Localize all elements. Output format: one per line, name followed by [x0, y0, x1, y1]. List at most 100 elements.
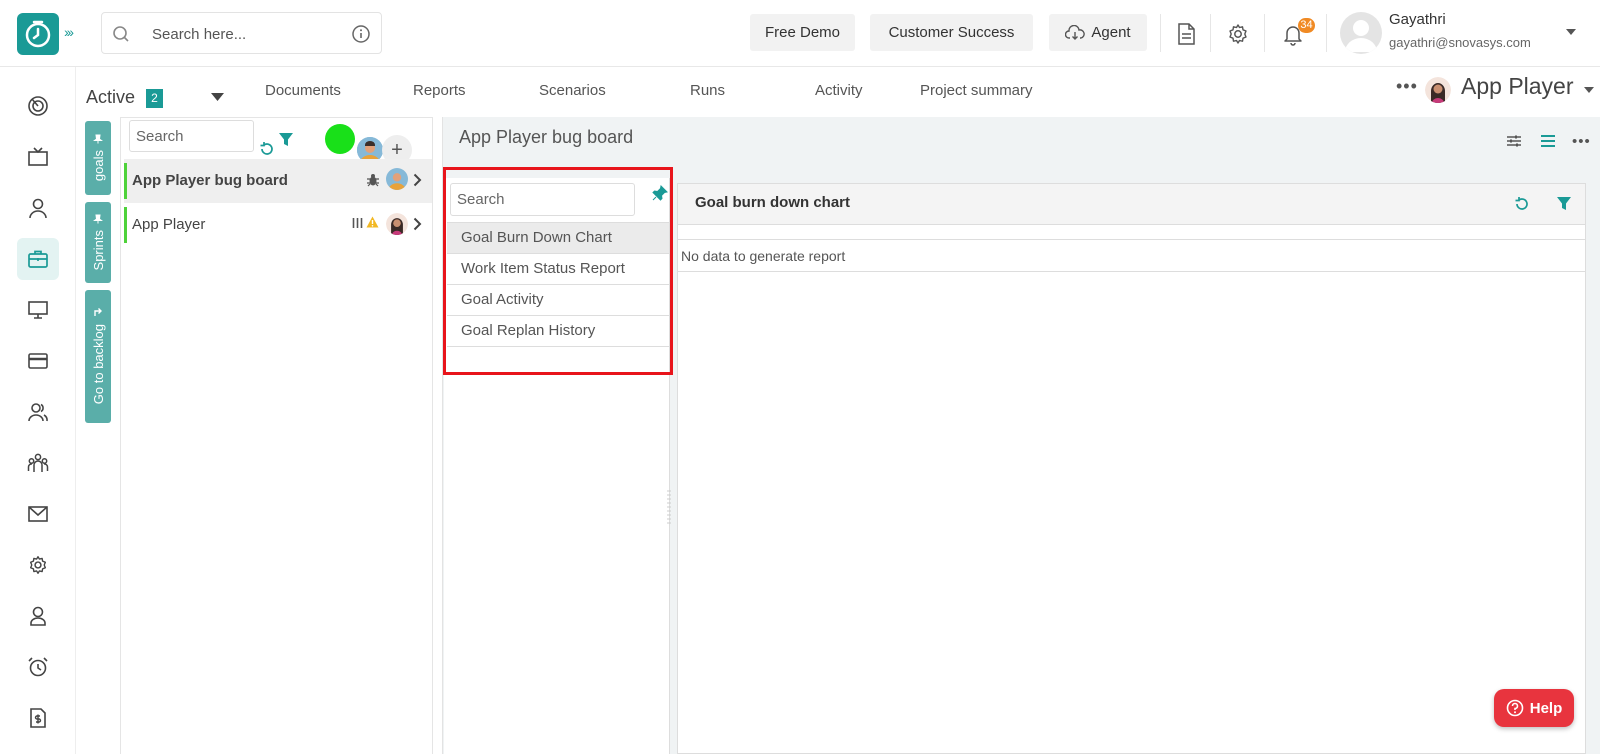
goals-pill[interactable]: goals — [85, 121, 111, 195]
goal-status-bar — [124, 163, 127, 199]
report-search-input[interactable] — [450, 183, 635, 216]
report-filter-icon[interactable] — [1556, 196, 1572, 212]
report-refresh-icon[interactable] — [1514, 196, 1530, 212]
chevron-right-icon[interactable] — [413, 217, 422, 231]
go-to-backlog-pill[interactable]: Go to backlog — [85, 290, 111, 423]
chevron-right-icon[interactable] — [413, 173, 422, 187]
board-more-icon[interactable]: ••• — [1572, 133, 1591, 150]
empty-report-message: No data to generate report — [681, 248, 846, 264]
user-email: gayathri@snovasys.com — [1389, 35, 1531, 50]
project-dropdown-caret-icon[interactable] — [1584, 87, 1594, 93]
free-demo-label: Free Demo — [764, 24, 841, 41]
nav-settings-icon[interactable] — [17, 544, 59, 586]
goal-row-selected[interactable]: App Player bug board — [124, 159, 432, 203]
nav-tv-icon[interactable] — [17, 136, 59, 178]
expand-menu-icon[interactable]: ››› — [64, 24, 74, 40]
free-demo-button[interactable]: Free Demo — [750, 14, 855, 51]
divider — [678, 271, 1585, 272]
nav-card-icon[interactable] — [17, 340, 59, 382]
nav-monitor-icon[interactable] — [17, 289, 59, 331]
nav-mail-icon[interactable] — [17, 493, 59, 535]
document-icon[interactable] — [1175, 22, 1197, 46]
divider — [1326, 14, 1327, 52]
clock-logo-icon — [25, 20, 51, 48]
status-count-badge: 2 — [146, 89, 163, 108]
report-subheader-strip — [678, 226, 1585, 240]
pin-icon — [93, 214, 103, 224]
help-label: Help — [1529, 699, 1563, 717]
goal-status-bar — [124, 207, 127, 243]
list-view-icon[interactable] — [1540, 134, 1556, 148]
pin-icon — [93, 134, 103, 144]
refresh-icon[interactable] — [259, 141, 275, 157]
user-avatar[interactable] — [1340, 12, 1382, 54]
user-placeholder-icon — [1345, 20, 1377, 52]
sprints-pill[interactable]: Sprints — [85, 202, 111, 283]
sprints-pill-label: Sprints — [90, 230, 106, 271]
nav-alarm-clock-icon[interactable] — [17, 646, 59, 688]
user-menu-caret-icon[interactable] — [1566, 29, 1576, 35]
tab-runs[interactable]: Runs — [690, 82, 725, 99]
bug-icon — [367, 173, 379, 187]
goal-search-input[interactable] — [129, 120, 254, 152]
tab-documents[interactable]: Documents — [265, 82, 341, 99]
nav-dashboard-icon[interactable] — [17, 85, 59, 127]
nav-invoice-icon[interactable] — [17, 697, 59, 739]
panel-resize-handle[interactable] — [667, 490, 671, 526]
tab-scenarios[interactable]: Scenarios — [539, 82, 606, 99]
agent-button[interactable]: Agent — [1049, 14, 1147, 51]
go-to-backlog-label: Go to backlog — [90, 324, 106, 405]
goal-owner-avatar — [386, 213, 408, 235]
help-button[interactable]: Help — [1494, 689, 1574, 727]
global-search — [101, 12, 382, 54]
pin-report-list-icon[interactable] — [652, 185, 668, 201]
nav-projects-briefcase-icon[interactable] — [17, 238, 59, 280]
cloud-download-icon — [1065, 24, 1086, 40]
list-end-divider — [447, 346, 669, 347]
more-options-icon[interactable]: ••• — [1396, 76, 1418, 97]
board-title: App Player bug board — [459, 127, 634, 147]
report-item-goal-activity[interactable]: Goal Activity — [447, 284, 669, 315]
green-status-dot — [325, 124, 355, 154]
left-navigation — [0, 67, 76, 754]
goal-name: App Player bug board — [132, 172, 288, 189]
search-icon — [113, 26, 129, 42]
settings-gear-icon[interactable] — [1226, 22, 1250, 46]
filter-icon[interactable] — [278, 132, 294, 148]
priority-bars-icon — [352, 217, 363, 229]
global-search-input[interactable] — [152, 23, 332, 45]
nav-profile-badge-icon[interactable] — [17, 595, 59, 637]
customer-success-label: Customer Success — [888, 24, 1015, 41]
divider — [1160, 14, 1161, 52]
nav-users-icon[interactable] — [17, 391, 59, 433]
notification-count-badge: 34 — [1298, 18, 1315, 33]
customer-success-button[interactable]: Customer Success — [870, 14, 1033, 51]
nav-user-icon[interactable] — [17, 187, 59, 229]
status-dropdown-caret-icon[interactable] — [211, 93, 224, 101]
goals-pill-label: goals — [90, 150, 106, 182]
warning-icon — [366, 216, 379, 228]
report-item-work-item-status-report[interactable]: Work Item Status Report — [447, 253, 669, 284]
arrow-icon — [94, 308, 102, 317]
goal-owner-avatar — [386, 168, 408, 190]
project-name[interactable]: App Player — [1461, 73, 1574, 100]
goal-name: App Player — [132, 216, 206, 233]
status-filter-label[interactable]: Active — [86, 87, 135, 108]
user-name: Gayathri — [1389, 11, 1446, 28]
report-item-goal-burn-down-chart[interactable]: Goal Burn Down Chart — [447, 222, 669, 253]
info-icon[interactable] — [351, 24, 371, 44]
tab-project-summary[interactable]: Project summary — [920, 82, 1033, 99]
adjust-settings-icon[interactable] — [1506, 134, 1522, 148]
report-title: Goal burn down chart — [695, 194, 851, 211]
divider — [1210, 14, 1211, 52]
project-owner-avatar — [1425, 77, 1451, 103]
nav-team-icon[interactable] — [17, 442, 59, 484]
app-logo[interactable] — [17, 13, 59, 55]
tab-activity[interactable]: Activity — [815, 82, 863, 99]
divider — [1264, 14, 1265, 52]
agent-label: Agent — [1091, 24, 1131, 41]
report-item-goal-replan-history[interactable]: Goal Replan History — [447, 315, 669, 346]
tab-reports[interactable]: Reports — [413, 82, 466, 99]
goal-row[interactable]: App Player — [124, 203, 432, 247]
report-panel — [677, 183, 1586, 754]
